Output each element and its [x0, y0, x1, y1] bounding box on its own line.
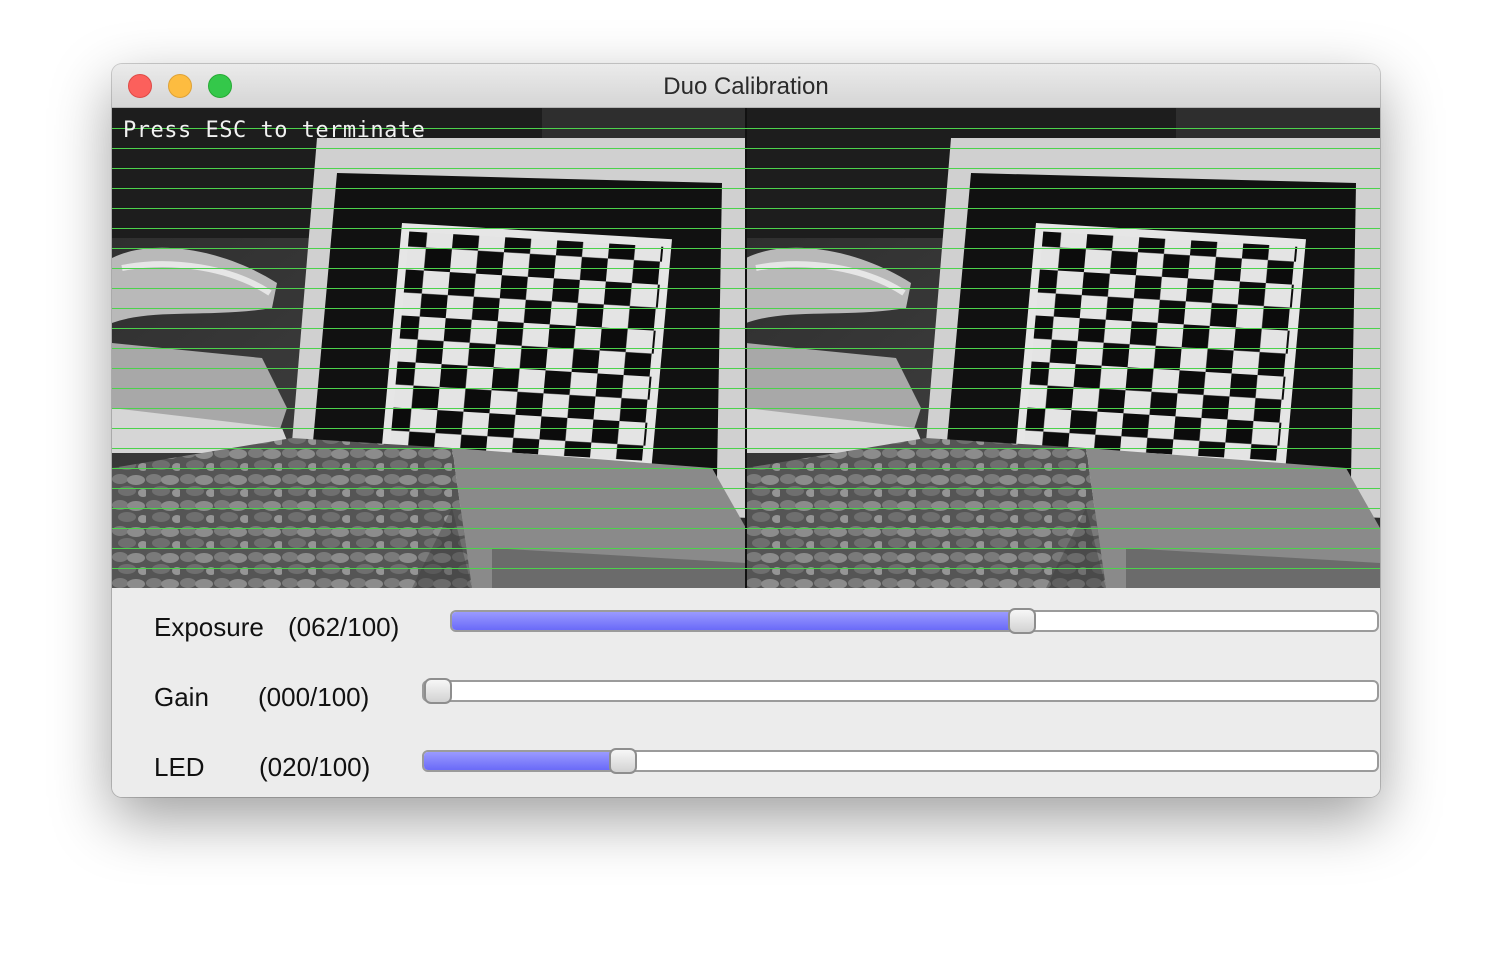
title-bar[interactable]: Duo Calibration	[112, 64, 1380, 108]
exposure-value: (062/100)	[288, 612, 400, 642]
exposure-label: Exposure	[154, 612, 264, 642]
stereo-camera-view: Press ESC to terminate	[112, 108, 1380, 588]
led-slider-thumb[interactable]	[609, 748, 637, 774]
app-window: Duo Calibration Press ESC to terminate E…	[112, 64, 1380, 797]
gain-slider[interactable]	[422, 678, 1379, 704]
led-slider-fill	[424, 752, 623, 770]
exposure-slider-fill	[452, 612, 1022, 630]
led-label: LED	[154, 752, 205, 782]
camera-frames	[112, 108, 1380, 588]
led-slider[interactable]	[422, 748, 1379, 774]
gain-value: (000/100)	[258, 682, 370, 712]
esc-hint-text: Press ESC to terminate	[123, 118, 426, 143]
exposure-slider-thumb[interactable]	[1008, 608, 1036, 634]
gain-label: Gain	[154, 682, 209, 712]
led-value: (020/100)	[259, 752, 371, 782]
window-title: Duo Calibration	[663, 73, 829, 100]
gain-slider-thumb[interactable]	[424, 678, 452, 704]
exposure-slider[interactable]	[450, 608, 1379, 634]
controls-panel: Exposure (062/100) Gain (000/100) LED (0…	[112, 588, 1380, 797]
